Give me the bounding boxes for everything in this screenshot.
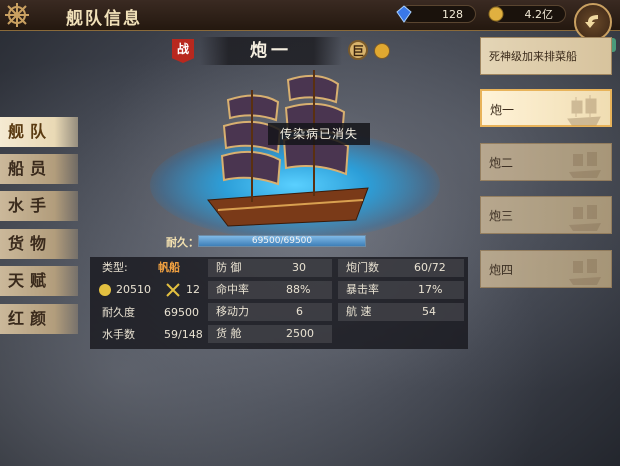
sailors-label: 水手数 — [102, 328, 135, 341]
ship-model — [207, 70, 369, 227]
durability-stat-label: 耐久度 — [102, 306, 135, 319]
ship-silhouette-icon — [569, 152, 601, 178]
fleet-slot-3[interactable]: 炮三 — [480, 196, 612, 234]
page-title: 舰队信息 — [66, 9, 142, 29]
durability-text: 69500/69500 — [251, 236, 313, 246]
type-label: 类型: — [102, 261, 128, 274]
ship-silhouette-icon — [567, 95, 601, 126]
crit-label: 暴击率 — [346, 283, 379, 296]
fleet-slot-label: 炮一 — [490, 103, 515, 117]
durability-bar: 69500/69500 — [198, 235, 366, 247]
sailors-value: 59/148 — [164, 328, 203, 341]
hit-label: 命中率 — [216, 283, 249, 296]
durability-label: 耐久： — [166, 236, 199, 249]
mobility-label: 移动力 — [216, 305, 249, 318]
fleet-slot-label: 死神级加来排菜船 — [489, 50, 577, 63]
tab-crew[interactable]: 船员 — [0, 154, 78, 184]
hit-value: 88% — [286, 283, 311, 296]
fleet-slot-label: 炮二 — [489, 156, 514, 170]
gem-counter[interactable]: 128 — [396, 5, 476, 23]
tab-fleet[interactable]: 舰队 — [0, 117, 78, 147]
cannons-label: 炮门数 — [346, 261, 379, 274]
gem-icon — [396, 5, 412, 23]
swap-icon[interactable] — [374, 43, 390, 59]
mobility-value: 6 — [296, 305, 303, 318]
tab-sailors[interactable]: 水手 — [0, 191, 78, 221]
fleet-slot-1[interactable]: 炮一 — [480, 89, 612, 127]
top-bar: 舰队信息 128 4.2亿 — [0, 0, 620, 31]
fleet-slot-label: 炮三 — [489, 209, 514, 223]
back-button[interactable] — [574, 3, 612, 41]
ship-wheel-icon[interactable] — [4, 2, 30, 28]
durability-stat-value: 69500 — [164, 306, 199, 319]
gold-value: 4.2亿 — [524, 8, 554, 21]
fleet-slot-4[interactable]: 炮四 — [480, 250, 612, 288]
defense-value: 30 — [292, 261, 306, 274]
ship-silhouette-icon — [569, 259, 601, 285]
cannons-value: 60/72 — [414, 261, 446, 274]
cargo-value: 2500 — [286, 327, 314, 340]
ship-size-badge: 巨 — [348, 40, 368, 60]
back-arrow-icon — [585, 15, 598, 28]
power-icon — [99, 284, 111, 296]
ship-silhouette-icon — [569, 205, 601, 231]
gem-value: 128 — [442, 8, 463, 21]
fleet-slot-flagship[interactable]: 死神级加来排菜船 — [480, 37, 612, 75]
level-value: 12 — [186, 283, 200, 296]
speed-label: 航 速 — [346, 305, 372, 318]
defense-label: 防 御 — [216, 261, 242, 274]
gold-counter[interactable]: 4.2亿 — [488, 5, 566, 23]
tab-beauty[interactable]: 红颜 — [0, 304, 78, 334]
status-tooltip: 传染病已消失 — [268, 123, 371, 145]
tab-talent[interactable]: 天赋 — [0, 266, 78, 296]
crit-value: 17% — [418, 283, 443, 296]
crossed-swords-icon — [166, 283, 180, 297]
fleet-slot-2[interactable]: 炮二 — [480, 143, 612, 181]
cargo-label: 货 舱 — [216, 327, 242, 340]
gold-coin-icon — [488, 6, 504, 22]
power-value: 20510 — [116, 283, 151, 296]
speed-value: 54 — [422, 305, 436, 318]
fleet-slot-label: 炮四 — [489, 263, 514, 277]
stats-panel: 类型: 帆船 20510 12 耐久度 69500 水手数 59/148 防 御… — [90, 257, 468, 349]
tab-cargo[interactable]: 货物 — [0, 229, 78, 259]
type-value: 帆船 — [158, 261, 180, 274]
